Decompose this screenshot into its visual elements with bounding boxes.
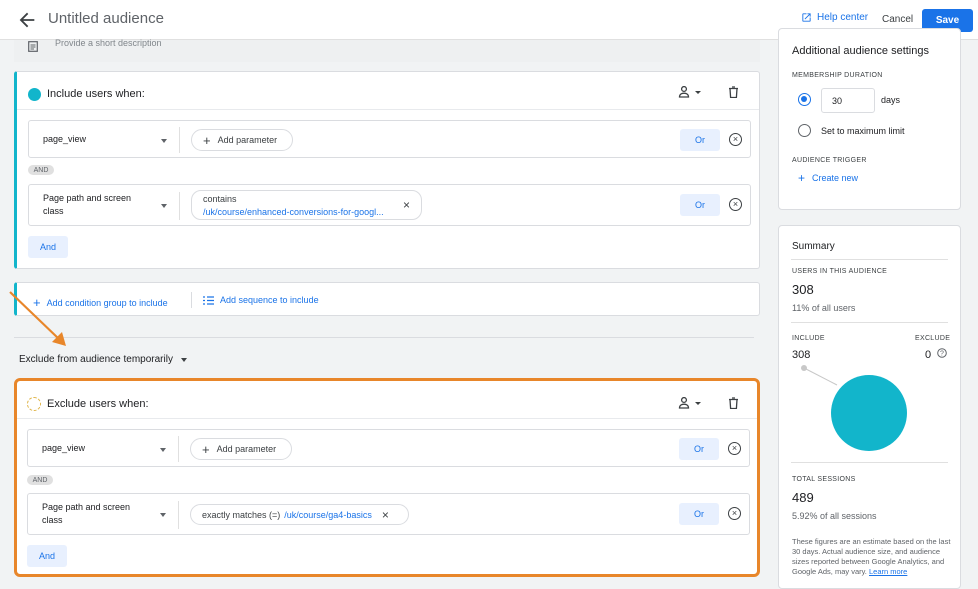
- sequence-icon: [203, 295, 214, 305]
- help-center-link[interactable]: Help center: [801, 12, 868, 23]
- condition-value-chip[interactable]: contains /uk/course/enhanced-conversions…: [191, 190, 422, 220]
- remove-condition-icon[interactable]: ×: [728, 507, 741, 520]
- exclude-group-header: Exclude users when:: [17, 381, 757, 419]
- or-button[interactable]: Or: [679, 438, 719, 460]
- description-input[interactable]: Provide a short description: [55, 38, 162, 48]
- condition-value: /uk/course/enhanced-conversions-for-goog…: [203, 206, 384, 217]
- help-icon[interactable]: ?: [937, 348, 947, 358]
- include-caption: INCLUDE: [792, 335, 825, 342]
- sessions-percent: 5.92% of all sessions: [792, 511, 877, 521]
- include-condition-row-2: Page path and screen class contains /uk/…: [28, 184, 751, 226]
- and-button[interactable]: And: [27, 545, 67, 567]
- membership-duration-caption: MEMBERSHIP DURATION: [792, 72, 883, 79]
- sessions-value: 489: [792, 490, 814, 505]
- caret-down-icon: [160, 513, 166, 517]
- create-new-label: Create new: [812, 173, 859, 183]
- annotation-arrow: [9, 291, 66, 346]
- close-icon[interactable]: ×: [382, 508, 389, 522]
- external-link-icon: [802, 13, 811, 22]
- additional-settings-card: Additional audience settings MEMBERSHIP …: [778, 28, 961, 210]
- max-limit-label: Set to maximum limit: [821, 126, 905, 136]
- exclude-caption: EXCLUDE: [915, 335, 951, 342]
- users-caption: USERS IN THIS AUDIENCE: [792, 268, 888, 275]
- remove-condition-icon[interactable]: ×: [729, 198, 742, 211]
- add-sequence-label: Add sequence to include: [220, 295, 319, 305]
- help-center-label: Help center: [817, 12, 869, 23]
- audience-pie-chart: [801, 365, 907, 451]
- create-trigger-button[interactable]: + Create new: [798, 171, 859, 185]
- dimension-select[interactable]: Page path and screen class: [42, 501, 142, 527]
- add-parameter-button[interactable]: + Add parameter: [191, 129, 293, 151]
- exclude-condition-group: Exclude users when: page_view + Add para…: [14, 378, 760, 577]
- svg-text:?: ?: [940, 351, 944, 358]
- delete-icon[interactable]: [728, 397, 739, 409]
- days-label: days: [881, 95, 901, 105]
- plus-icon: +: [202, 441, 210, 457]
- exclude-dot-icon: [27, 397, 41, 411]
- exclude-condition-row-2: Page path and screen class exactly match…: [27, 493, 750, 535]
- add-sequence-button[interactable]: Add sequence to include: [203, 295, 319, 305]
- or-button[interactable]: Or: [680, 129, 720, 151]
- duration-radio[interactable]: [798, 93, 811, 106]
- description-icon: [28, 41, 38, 52]
- duration-input[interactable]: 30: [821, 88, 875, 113]
- caret-down-icon: [161, 204, 167, 208]
- exclude-value: 0: [925, 349, 932, 361]
- add-parameter-button[interactable]: + Add parameter: [190, 438, 292, 460]
- sessions-caption: TOTAL SESSIONS: [792, 476, 856, 483]
- add-parameter-label: Add parameter: [217, 135, 278, 145]
- and-badge: AND: [27, 475, 53, 485]
- add-include-actions: + Add condition group to include Add seq…: [14, 282, 760, 316]
- and-button[interactable]: And: [28, 236, 68, 258]
- max-limit-radio[interactable]: [798, 124, 811, 137]
- dimension-select[interactable]: page_view: [43, 133, 86, 146]
- audience-trigger-caption: AUDIENCE TRIGGER: [792, 157, 867, 164]
- and-badge: AND: [28, 165, 54, 175]
- learn-more-link[interactable]: Learn more: [869, 567, 907, 576]
- plus-icon: +: [798, 171, 806, 185]
- close-icon[interactable]: ×: [403, 198, 410, 212]
- users-value: 308: [792, 282, 814, 297]
- dimension-select[interactable]: page_view: [42, 442, 85, 455]
- condition-operator: exactly matches (=): [202, 509, 281, 520]
- delete-icon[interactable]: [728, 86, 739, 98]
- dimension-select[interactable]: Page path and screen class: [43, 192, 143, 218]
- condition-operator: contains: [203, 193, 237, 204]
- plus-icon: +: [203, 132, 211, 148]
- person-scope-icon[interactable]: [678, 397, 704, 409]
- or-button[interactable]: Or: [679, 503, 719, 525]
- summary-title: Summary: [792, 241, 835, 252]
- or-button[interactable]: Or: [680, 194, 720, 216]
- users-percent: 11% of all users: [792, 303, 856, 313]
- include-condition-row-1: page_view + Add parameter Or ×: [28, 120, 751, 158]
- include-condition-group: Include users when: page_view + Add para…: [14, 71, 760, 269]
- exclude-condition-row-1: page_view + Add parameter Or ×: [27, 429, 750, 467]
- person-scope-icon[interactable]: [678, 86, 704, 98]
- page-title: Untitled audience: [48, 10, 164, 27]
- caret-down-icon: [161, 139, 167, 143]
- include-group-header: Include users when:: [17, 72, 759, 110]
- condition-value: /uk/course/ga4-basics: [284, 509, 372, 520]
- include-group-title: Include users when:: [47, 88, 145, 100]
- summary-card: Summary USERS IN THIS AUDIENCE 308 11% o…: [778, 225, 961, 589]
- remove-condition-icon[interactable]: ×: [728, 442, 741, 455]
- caret-down-icon: [180, 357, 187, 362]
- back-arrow-icon[interactable]: [16, 9, 38, 31]
- cancel-button[interactable]: Cancel: [882, 14, 913, 25]
- settings-title: Additional audience settings: [792, 45, 929, 57]
- remove-condition-icon[interactable]: ×: [729, 133, 742, 146]
- include-dot-icon: [28, 88, 41, 101]
- caret-down-icon: [160, 448, 166, 452]
- condition-value-chip[interactable]: exactly matches (=) /uk/course/ga4-basic…: [190, 504, 409, 525]
- summary-footnote: These figures are an estimate based on t…: [792, 537, 951, 576]
- exclude-group-title: Exclude users when:: [47, 398, 149, 410]
- add-parameter-label: Add parameter: [216, 444, 277, 454]
